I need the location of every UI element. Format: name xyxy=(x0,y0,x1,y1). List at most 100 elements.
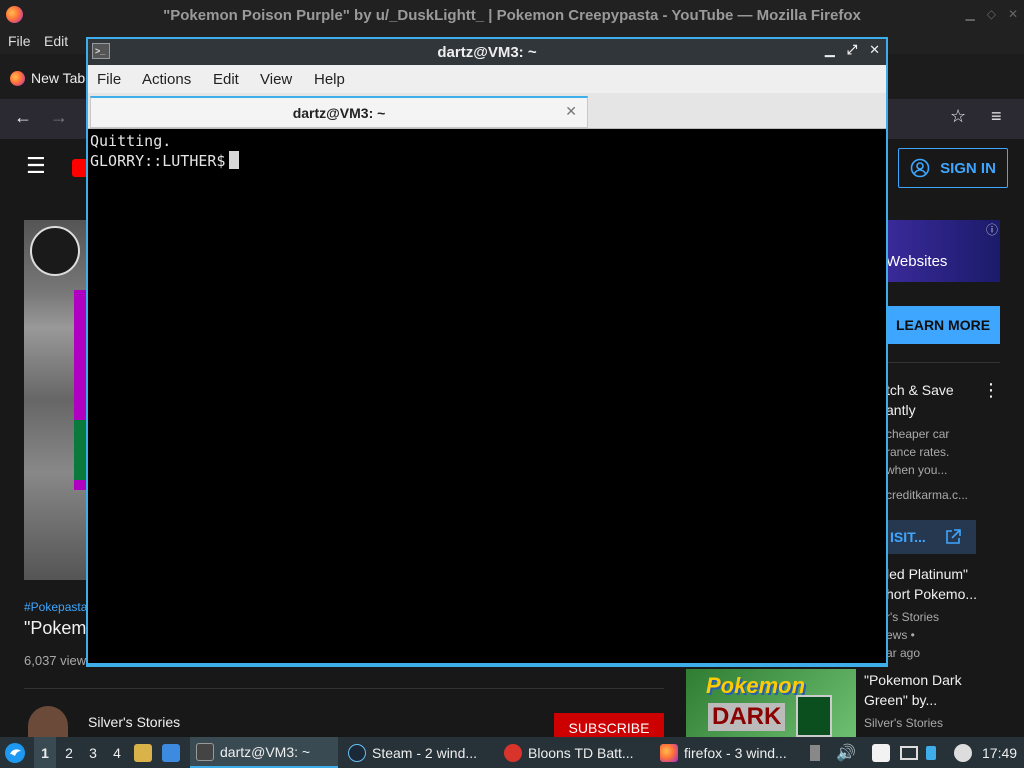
recommended-views-1: ews • xyxy=(886,628,915,642)
terminal-menubar: File Actions Edit View Help xyxy=(88,65,886,93)
recommended-age-1: ar ago xyxy=(886,646,921,660)
show-desktop-launcher[interactable] xyxy=(162,737,184,768)
minimize-icon[interactable]: ▁ xyxy=(825,42,835,58)
terminal-tab[interactable]: dartz@VM3: ~ ✕ xyxy=(90,96,588,128)
ad-banner-text: Websites xyxy=(886,253,948,270)
file-manager-launcher[interactable] xyxy=(134,737,154,768)
menu-edit[interactable]: Edit xyxy=(213,71,239,88)
menu-help[interactable]: Help xyxy=(314,71,345,88)
close-icon[interactable]: ✕ xyxy=(869,42,880,58)
hashtag-link[interactable]: #Pokepasta xyxy=(24,600,87,614)
channel-name[interactable]: Silver's Stories xyxy=(88,714,180,730)
workspace-2[interactable]: 2 xyxy=(58,737,80,768)
tray-update-icon[interactable] xyxy=(926,737,942,768)
hamburger-menu-icon[interactable]: ≡ xyxy=(991,106,1002,127)
menu-file[interactable]: File xyxy=(97,71,121,88)
workspace-1[interactable]: 1 xyxy=(34,737,56,768)
recommended-title-1[interactable]: led Platinum" hort Pokemo... xyxy=(886,564,977,604)
divider xyxy=(24,688,664,689)
task-label: Bloons TD Batt... xyxy=(528,744,634,761)
terminal-title: dartz@VM3: ~ xyxy=(437,43,537,61)
terminal-tab-title: dartz@VM3: ~ xyxy=(292,104,386,121)
window-controls[interactable]: ▁ ◇ ✕ xyxy=(965,7,1018,21)
close-icon[interactable]: ✕ xyxy=(1008,7,1018,21)
learn-more-label: LEARN MORE xyxy=(895,317,991,333)
terminal-icon xyxy=(196,742,214,761)
recommended-title-2[interactable]: "Pokemon Dark Green" by... xyxy=(864,670,962,710)
forward-icon[interactable]: → xyxy=(50,107,68,128)
text-cursor xyxy=(229,151,240,169)
notes-icon xyxy=(872,743,890,762)
sign-in-button[interactable]: SIGN IN xyxy=(898,148,1008,188)
visit-label: ISIT... xyxy=(890,529,926,545)
menu-file[interactable]: File xyxy=(8,33,31,49)
visit-site-button[interactable]: ISIT... xyxy=(886,520,976,554)
terminal-window[interactable]: >_ dartz@VM3: ~ ▁ ⤢ ✕ File Actions Edit … xyxy=(86,37,888,667)
close-tab-icon[interactable]: ✕ xyxy=(565,103,577,120)
back-icon[interactable]: ← xyxy=(14,107,32,128)
menu-edit[interactable]: Edit xyxy=(44,33,68,49)
workspace-3[interactable]: 3 xyxy=(82,737,104,768)
bookmark-star-icon[interactable]: ☆ xyxy=(950,106,966,127)
task-label: Steam - 2 wind... xyxy=(372,744,478,761)
terminal-tabbar: dartz@VM3: ~ ✕ xyxy=(88,93,886,129)
learn-more-button[interactable]: LEARN MORE xyxy=(886,306,1000,344)
terminal-titlebar[interactable]: >_ dartz@VM3: ~ ▁ ⤢ ✕ xyxy=(88,39,886,65)
task-firefox[interactable]: firefox - 3 wind... xyxy=(656,737,808,768)
tray-notes-icon[interactable] xyxy=(872,737,894,768)
guide-menu-icon[interactable]: ☰ xyxy=(26,153,46,179)
recommended-thumbnail-2[interactable]: Pokemon DARK xyxy=(686,669,856,737)
firefox-icon xyxy=(660,743,678,762)
recommended-channel-2: Silver's Stories xyxy=(864,716,943,730)
firefox-icon xyxy=(6,6,23,23)
terminal-output[interactable]: Quitting. GLORRY::LUTHER$ xyxy=(88,129,886,663)
ad-card-title[interactable]: tch & Save antly xyxy=(886,380,954,420)
ad-info-icon[interactable]: ⓘ xyxy=(986,221,998,238)
volume-icon[interactable]: 🔊 xyxy=(836,737,856,768)
tray-clipboard-icon[interactable] xyxy=(810,737,824,768)
window-title: "Pokemon Poison Purple" by u/_DuskLightt… xyxy=(163,6,861,24)
tab-new-tab[interactable]: New Tab xyxy=(0,60,90,96)
ad-banner[interactable]: Websites xyxy=(886,220,1000,282)
maximize-icon[interactable]: ⤢ xyxy=(847,42,857,58)
workspace-4[interactable]: 4 xyxy=(106,737,128,768)
video-player[interactable] xyxy=(24,220,86,580)
task-bloons[interactable]: Bloons TD Batt... xyxy=(500,737,650,768)
steam-icon xyxy=(348,743,366,762)
ad-card-domain: creditkarma.c... xyxy=(886,488,969,502)
video-frame-detail xyxy=(74,420,86,480)
taskbar: 1 2 3 4 dartz@VM3: ~ Steam - 2 wind... B… xyxy=(0,737,1024,768)
desktop-icon xyxy=(162,743,180,762)
terminal-line: Quitting. xyxy=(90,132,172,150)
menu-view[interactable]: View xyxy=(260,71,292,88)
folder-icon xyxy=(134,743,152,762)
recommended-channel-1: r's Stories xyxy=(886,610,939,624)
task-label: firefox - 3 wind... xyxy=(684,744,787,761)
channel-watermark-icon xyxy=(30,226,80,276)
terminal-icon: >_ xyxy=(92,43,110,59)
firefox-titlebar: "Pokemon Poison Purple" by u/_DuskLightt… xyxy=(0,0,1024,30)
start-menu-button[interactable] xyxy=(4,737,28,768)
minimize-icon[interactable]: ▁ xyxy=(965,7,974,21)
menu-actions[interactable]: Actions xyxy=(142,71,191,88)
view-count: 6,037 view xyxy=(24,653,87,668)
account-icon xyxy=(910,158,930,178)
task-label: dartz@VM3: ~ xyxy=(220,743,311,760)
clock[interactable]: 17:49 xyxy=(982,737,1022,768)
thumbnail-title-art: Pokemon xyxy=(706,673,806,698)
youtube-logo-icon[interactable] xyxy=(72,159,86,177)
thumbnail-card-art xyxy=(796,695,832,737)
tray-steam-icon[interactable] xyxy=(954,737,972,768)
video-title: "Pokem xyxy=(24,618,87,638)
app-launcher-icon xyxy=(5,742,25,763)
steam-icon xyxy=(954,743,972,762)
divider xyxy=(886,362,1000,363)
task-steam[interactable]: Steam - 2 wind... xyxy=(344,737,492,768)
more-options-icon[interactable]: ⋮ xyxy=(982,380,1000,401)
tab-label: New Tab xyxy=(31,70,86,86)
ad-card-description: cheaper car rance rates. when you... xyxy=(886,427,950,477)
maximize-icon[interactable]: ◇ xyxy=(987,7,996,21)
bloons-icon xyxy=(504,743,522,762)
task-terminal[interactable]: dartz@VM3: ~ xyxy=(190,737,338,768)
tray-display-icon[interactable] xyxy=(900,737,922,768)
